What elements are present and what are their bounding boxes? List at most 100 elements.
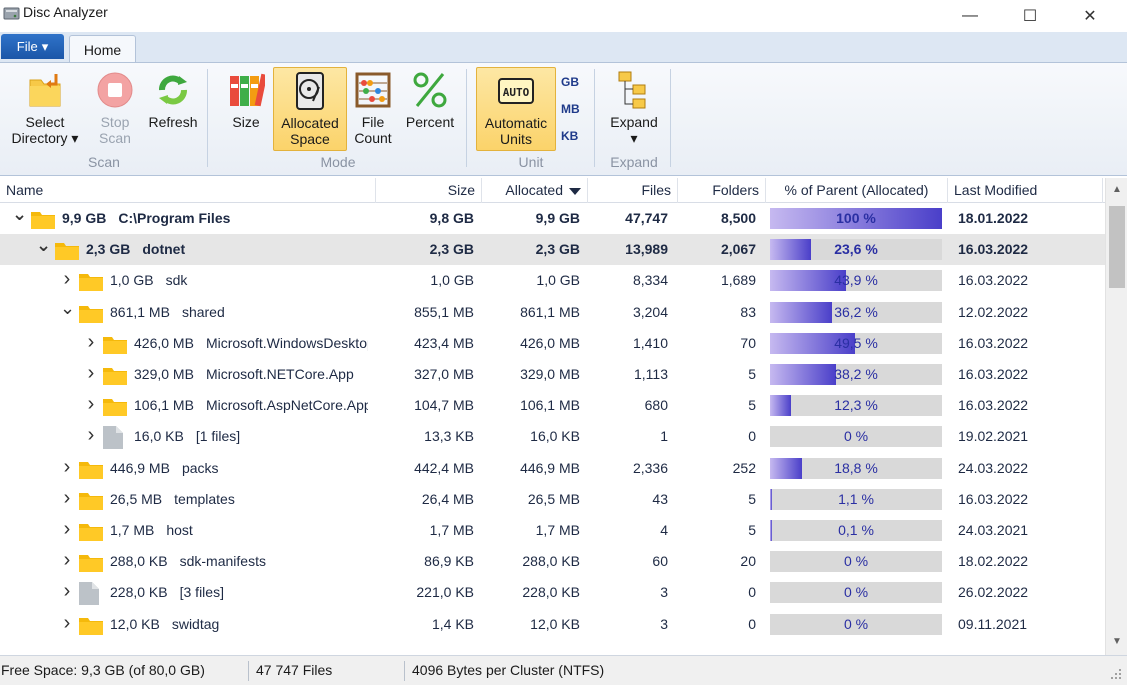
tree-row[interactable]: › 288,0 KB sdk-manifests 86,9 KB 288,0 KB 60 2…	[0, 546, 1105, 577]
select-directory-button[interactable]: Select Directory ▾	[6, 67, 84, 151]
row-folder-name: Microsoft.NETCore.App	[205, 366, 354, 382]
row-folder-name: templates	[174, 490, 235, 507]
expand-chevron-icon[interactable]: ›	[60, 546, 74, 577]
automatic-units-label-1: Automatic	[484, 115, 548, 131]
file-count-label-2: Count	[354, 130, 392, 146]
expand-chevron-icon[interactable]: ›	[84, 328, 98, 359]
row-size-label: 106,1 MB	[134, 397, 194, 414]
tree-row[interactable]: › 446,9 MB packs 442,4 MB 446,9 MB 2,336 252 18…	[0, 453, 1105, 484]
automatic-units-button[interactable]: AUTO Automatic Units	[476, 67, 556, 151]
percent-bar: 0 %	[770, 582, 942, 604]
percent-mode-button[interactable]: Percent	[402, 67, 458, 151]
row-size-label: 228,0 KB	[110, 584, 168, 601]
expand-chevron-icon[interactable]: ›	[60, 609, 74, 640]
percent-bar: 36,2 %	[770, 301, 942, 323]
file-count-mode-button[interactable]: File Count	[348, 67, 398, 151]
expand-chevron-icon[interactable]: ›	[60, 577, 74, 608]
expand-chevron-icon[interactable]: ›	[60, 515, 74, 546]
expand-label: Expand	[610, 114, 658, 130]
column-header-allocated[interactable]: Allocated	[482, 178, 588, 203]
folder-icon	[103, 399, 127, 417]
allocated-space-mode-button[interactable]: Allocated Space	[273, 67, 347, 151]
unit-mb-button[interactable]: MB	[561, 102, 580, 116]
tree-row[interactable]: ⌄ 9,9 GB C:\Program Files 9,8 GB 9,9 GB 47,74…	[0, 203, 1105, 234]
column-header-files[interactable]: Files	[588, 178, 678, 203]
row-name: 9,9 GB C:\Program Files	[62, 203, 368, 234]
row-name: 228,0 KB [3 files]	[110, 577, 368, 608]
refresh-button[interactable]: Refresh	[144, 67, 202, 151]
expand-chevron-icon[interactable]: ›	[60, 484, 74, 515]
expand-chevron-icon[interactable]: ›	[60, 265, 74, 296]
expand-chevron-icon[interactable]: ›	[84, 421, 98, 452]
maximize-button[interactable]: ☐	[1007, 0, 1053, 32]
close-button[interactable]: ✕	[1067, 0, 1113, 32]
row-size: 1,4 KB	[431, 615, 474, 632]
row-allocated: 288,0 KB	[522, 553, 580, 570]
tree-row[interactable]: › 106,1 MB Microsoft.AspNetCore.App 104,7 M…	[0, 390, 1105, 421]
row-allocated: 16,0 KB	[530, 428, 580, 445]
file-menu-label: File	[16, 39, 38, 54]
row-files: 8,334	[632, 272, 668, 289]
tree-row[interactable]: › 228,0 KB [3 files] 221,0 KB 228,0 KB 3 0 0 % 2…	[0, 577, 1105, 608]
file-count-status: 47 747 Files	[256, 662, 333, 678]
expand-button[interactable]: Expand ▾	[602, 67, 666, 151]
row-files: 4	[660, 522, 668, 538]
column-header-size[interactable]: Size	[376, 178, 482, 203]
tree-row[interactable]: › 26,5 MB templates 26,4 MB 26,5 MB 43 5 1,1 % 1…	[0, 484, 1105, 515]
chevron-down-icon: ▾	[41, 38, 49, 54]
row-name: 26,5 MB templates	[110, 484, 368, 515]
file-group-icon	[79, 582, 99, 606]
row-files: 680	[644, 397, 668, 414]
resize-grip-icon[interactable]	[1108, 666, 1122, 680]
row-allocated: 446,9 MB	[520, 459, 580, 476]
percent-bar-label: 100 %	[836, 210, 876, 226]
unit-group-label: Unit	[518, 154, 544, 170]
row-allocated: 26,5 MB	[527, 490, 580, 507]
tree-row[interactable]: › 1,0 GB sdk 1,0 GB 1,0 GB 8,334 1,689 43,9 % 16…	[0, 265, 1105, 296]
row-size: 1,7 MB	[429, 522, 474, 538]
column-header-name[interactable]: Name	[0, 178, 376, 203]
row-folders: 252	[732, 459, 756, 476]
tree-row[interactable]: ⌄ 2,3 GB dotnet 2,3 GB 2,3 GB 13,989 2,067 23,6…	[0, 234, 1105, 266]
tree-row[interactable]: ⌄ 861,1 MB shared 855,1 MB 861,1 MB 3,204 83 36…	[0, 297, 1105, 328]
tree-row[interactable]: › 1,7 MB host 1,7 MB 1,7 MB 4 5 0,1 % 24.03.2021	[0, 515, 1105, 546]
tree-row[interactable]: › 426,0 MB Microsoft.WindowsDesktop.App 423…	[0, 328, 1105, 359]
collapse-chevron-icon[interactable]: ⌄	[36, 234, 51, 265]
row-allocated: 2,3 GB	[535, 241, 580, 258]
collapse-chevron-icon[interactable]: ⌄	[12, 203, 27, 234]
scroll-up-icon[interactable]: ▲	[1112, 184, 1122, 195]
row-folder-name: Microsoft.AspNetCore.App	[205, 397, 368, 414]
stop-icon	[97, 72, 133, 108]
column-header-percent[interactable]: % of Parent (Allocated)	[766, 178, 948, 203]
row-size: 327,0 MB	[414, 366, 474, 382]
row-last-modified: 24.03.2021	[958, 522, 1029, 538]
stop-scan-button[interactable]: Stop Scan	[92, 67, 138, 151]
tab-home[interactable]: Home	[69, 35, 136, 63]
row-files: 2,336	[632, 459, 668, 476]
expand-chevron-icon[interactable]: ›	[84, 390, 98, 421]
status-bar: Free Space: 9,3 GB (of 80,0 GB) 47 747 F…	[0, 655, 1127, 685]
vertical-scrollbar[interactable]: ▲ ▼	[1105, 178, 1127, 655]
select-directory-label-1: Select	[25, 114, 65, 130]
size-mode-button[interactable]: Size	[220, 67, 272, 151]
scrollbar-thumb[interactable]	[1109, 206, 1125, 288]
minimize-button[interactable]: —	[947, 0, 993, 32]
row-folder-name: swidtag	[171, 615, 220, 632]
unit-kb-button[interactable]: KB	[561, 129, 578, 143]
file-menu-button[interactable]: File ▾	[1, 34, 64, 59]
expand-chevron-icon[interactable]: ›	[84, 359, 98, 390]
folder-icon	[79, 617, 103, 635]
tree-row[interactable]: › 16,0 KB [1 files] 13,3 KB 16,0 KB 1 0 0 % 19.0…	[0, 421, 1105, 452]
unit-gb-button[interactable]: GB	[561, 75, 579, 89]
scroll-down-icon[interactable]: ▼	[1112, 636, 1122, 647]
column-header-last-modified[interactable]: Last Modified	[948, 178, 1103, 203]
expand-chevron-icon[interactable]: ›	[60, 453, 74, 484]
tree-row[interactable]: › 329,0 MB Microsoft.NETCore.App 327,0 MB 32…	[0, 359, 1105, 390]
expand-group-label: Expand	[610, 154, 658, 170]
collapse-chevron-icon[interactable]: ⌄	[60, 297, 75, 328]
row-size: 221,0 KB	[416, 584, 474, 601]
row-size: 13,3 KB	[424, 428, 474, 445]
row-files: 1	[660, 428, 668, 445]
tree-row[interactable]: › 12,0 KB swidtag 1,4 KB 12,0 KB 3 0 0 % 09.11.2…	[0, 609, 1105, 640]
column-header-folders[interactable]: Folders	[678, 178, 766, 203]
